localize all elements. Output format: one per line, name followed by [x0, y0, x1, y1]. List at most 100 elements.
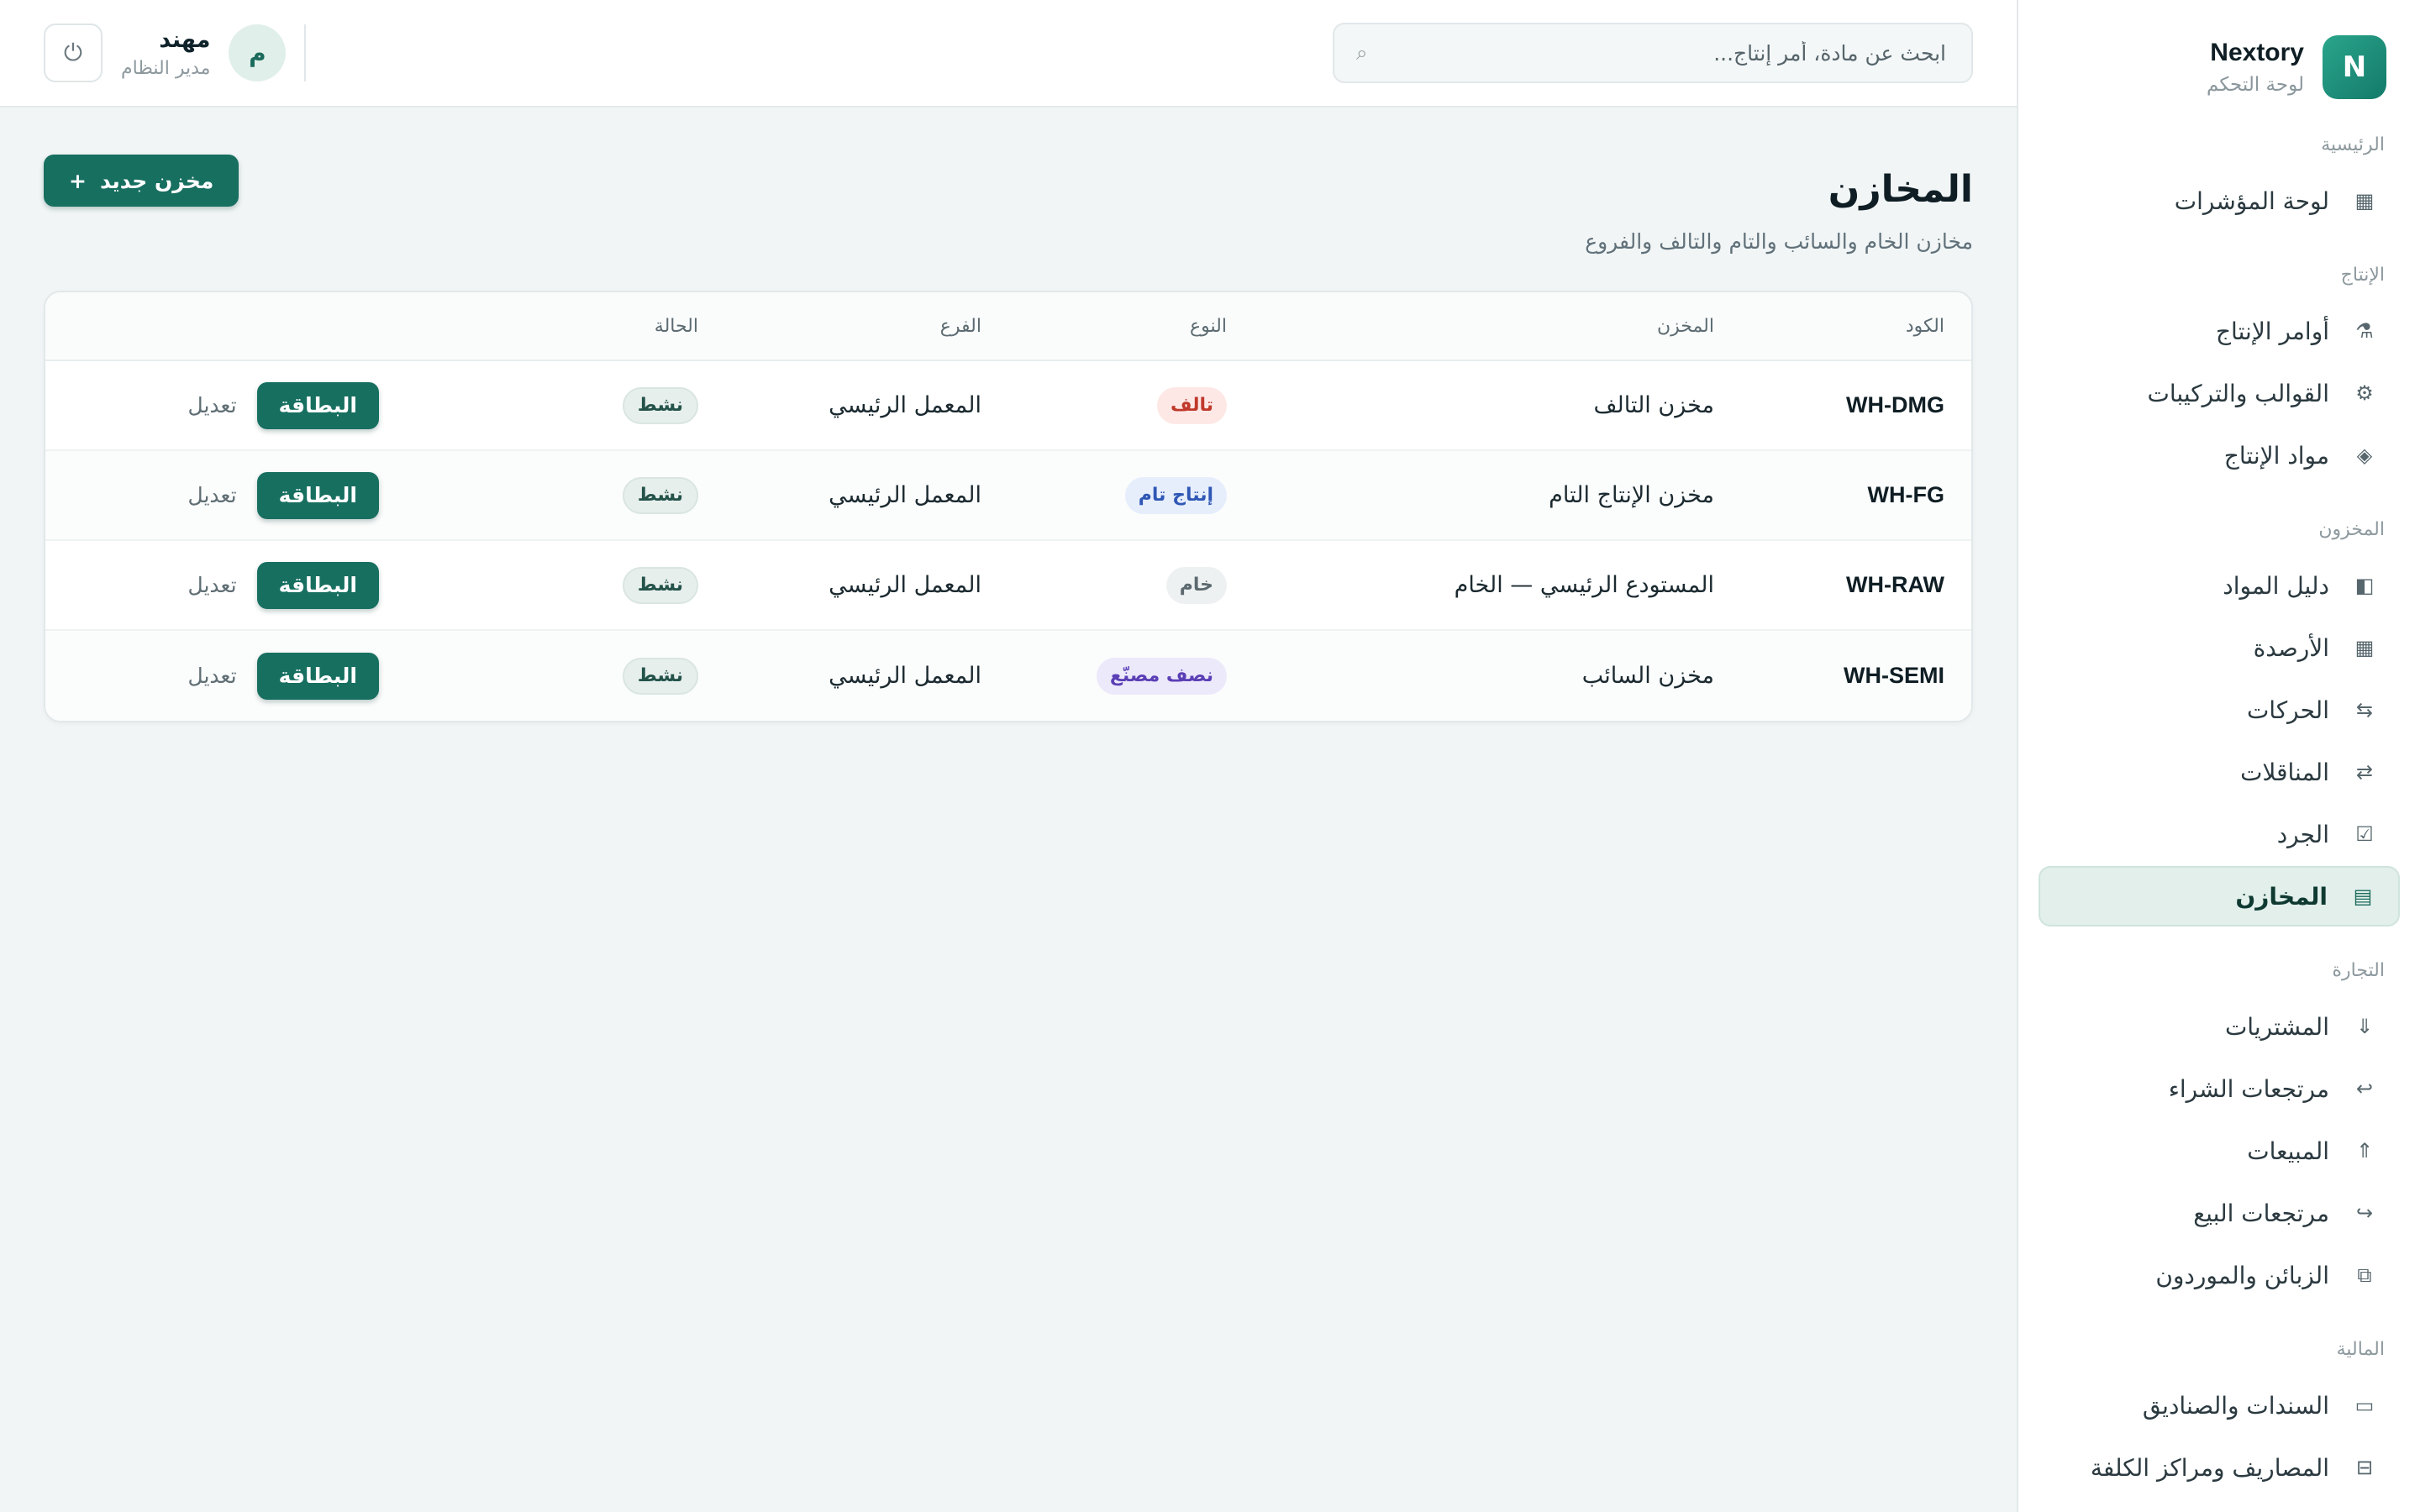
sidebar-item[interactable]: ⇆ الحركات [2039, 680, 2400, 740]
search-input[interactable] [1384, 40, 1946, 66]
sidebar-item-label: مرتجعات الشراء [2168, 1074, 2329, 1103]
warehouse-name: مخزن السائب [1581, 663, 1714, 689]
arrow-down-icon: ⇓ [2355, 1015, 2374, 1038]
new-warehouse-button-label: مخزن جديد [99, 168, 214, 193]
type-badge: خام [1165, 566, 1227, 604]
sidebar-item[interactable]: ⇑ المبيعات [2039, 1121, 2400, 1181]
sidebar-item-label: المبيعات [2247, 1137, 2329, 1165]
type-badge: تالف [1157, 386, 1227, 424]
table-row: WH-SEMI مخزن السائب نصف مصنّع المعمل الر… [45, 631, 1971, 721]
card-button[interactable]: البطاقة [256, 652, 379, 700]
edit-link[interactable]: تعديل [188, 664, 237, 688]
header-branch: الفرع [939, 315, 981, 337]
sidebar: N Nextory لوحة التحكم الرئيسية ▦ لوحة المؤ… [2017, 0, 2420, 1512]
sidebar-item[interactable]: ↩ مرتجعات الشراء [2039, 1058, 2400, 1119]
warehouse-code: WH-RAW [1846, 572, 1944, 597]
avatar[interactable]: م [229, 24, 287, 81]
sidebar-item[interactable]: ↪ مرتجعات البيع [2039, 1183, 2400, 1243]
sidebar-item[interactable]: ☑ الجرد [2039, 804, 2400, 864]
diamond-icon: ◈ [2356, 444, 2373, 467]
sidebar-item[interactable]: ◧ دليل المواد [2039, 555, 2400, 616]
arrow-up-icon: ⇑ [2355, 1139, 2374, 1163]
edit-link[interactable]: تعديل [188, 393, 237, 417]
type-badge: إنتاج تام [1124, 476, 1227, 514]
power-icon: ⏻ [63, 39, 83, 66]
status-badge: نشط [622, 657, 698, 695]
table-icon: ▦ [2354, 636, 2375, 659]
sidebar-item-label: لوحة المؤشرات [2174, 186, 2329, 215]
gear-icon: ⚙ [2355, 381, 2374, 405]
table-row: WH-FG مخزن الإنتاج التام إنتاج تام المعم… [45, 451, 1971, 541]
sidebar-item[interactable]: ▤ المخازن [2039, 866, 2400, 927]
brand-name: Nextory [2210, 39, 2304, 66]
edit-link[interactable]: تعديل [188, 483, 237, 507]
card-button[interactable]: البطاقة [256, 471, 379, 519]
warehouse-code: WH-SEMI [1844, 663, 1944, 688]
nav-section-title: الرئيسية [2321, 134, 2385, 155]
card-button[interactable]: البطاقة [256, 561, 379, 609]
sidebar-item[interactable]: ◈ مواد الإنتاج [2039, 425, 2400, 486]
sidebar-item-label: المشتريات [2224, 1012, 2329, 1041]
sidebar-nav: الرئيسية ▦ لوحة المؤشرات الإنتاج ⚗ أوامر الإن… [2039, 134, 2400, 1498]
sidebar-item[interactable]: ⚗ أوامر الإنتاج [2039, 301, 2400, 361]
sidebar-item-label: المناقلات [2240, 758, 2329, 786]
book-icon: ◧ [2354, 574, 2375, 597]
sidebar-item[interactable]: ⧉ الزبائن والموردون [2039, 1245, 2400, 1305]
header-code: الكود [1905, 315, 1944, 337]
sidebar-item-label: مواد الإنتاج [2223, 441, 2329, 470]
branch-name: المعمل الرئيسي [829, 482, 981, 508]
header-name: المخزن [1656, 315, 1714, 337]
warehouse-code: WH-FG [1867, 482, 1944, 507]
sidebar-item[interactable]: ▦ الأرصدة [2039, 617, 2400, 678]
warehouse-icon: ▤ [2353, 885, 2373, 908]
sidebar-item[interactable]: ▦ لوحة المؤشرات [2039, 171, 2400, 231]
logout-button[interactable]: ⏻ [44, 24, 103, 82]
sidebar-item-label: السندات والصناديق [2142, 1391, 2329, 1420]
sidebar-item[interactable]: ⊟ المصاريف ومراكز الكلفة [2039, 1437, 2400, 1498]
warehouse-name: مخزن التالف [1593, 392, 1714, 418]
grid-icon: ▦ [2354, 189, 2375, 213]
edit-link[interactable]: تعديل [188, 573, 237, 597]
nav-section: الإنتاج ⚗ أوامر الإنتاج ⚙ القوالب والتركيبات… [2039, 265, 2400, 486]
expenses-icon: ⊟ [2355, 1456, 2374, 1479]
cash-icon: ▭ [2354, 1394, 2375, 1417]
return-sale-icon: ↪ [2355, 1201, 2374, 1225]
branch-name: المعمل الرئيسي [829, 392, 981, 418]
brand-subtitle: لوحة التحكم [2207, 74, 2304, 96]
header-status: الحالة [654, 315, 698, 337]
topbar: ⌕ م مهند مدير النظام ⏻ [0, 0, 2017, 108]
card-button[interactable]: البطاقة [256, 381, 379, 429]
table-row: WH-RAW المستودع الرئيسي — الخام خام المع… [45, 541, 1971, 631]
type-badge: نصف مصنّع [1096, 657, 1227, 695]
sidebar-item[interactable]: ⇄ المناقلات [2039, 742, 2400, 802]
page-subtitle: مخازن الخام والسائب والتام والتالف والفر… [1585, 229, 1973, 254]
sidebar-item-label: المصاريف ومراكز الكلفة [2090, 1453, 2329, 1482]
warehouse-name: مخزن الإنتاج التام [1549, 482, 1714, 508]
new-warehouse-button[interactable]: مخزن جديد + [44, 155, 239, 207]
flask-icon: ⚗ [2355, 319, 2374, 343]
page-title: المخازن [1828, 168, 1973, 211]
sidebar-item-label: القوالب والتركيبات [2147, 379, 2330, 407]
nav-section-title: الإنتاج [2340, 265, 2385, 286]
sidebar-item[interactable]: ▭ السندات والصناديق [2039, 1375, 2400, 1436]
plus-icon: + [69, 168, 87, 193]
header-type: النوع [1190, 315, 1227, 337]
movements-icon: ⇆ [2355, 698, 2374, 722]
nav-section-title: التجارة [2332, 960, 2385, 981]
sidebar-item-label: دليل المواد [2223, 571, 2329, 600]
brand[interactable]: N Nextory لوحة التحكم [2039, 34, 2400, 101]
brand-logo: N [2323, 35, 2386, 99]
warehouse-name: المستودع الرئيسي — الخام [1454, 572, 1714, 598]
sidebar-item-label: أوامر الإنتاج [2215, 317, 2329, 345]
sidebar-item[interactable]: ⇓ المشتريات [2039, 996, 2400, 1057]
search-box[interactable]: ⌕ [1333, 23, 1973, 83]
table-row: WH-DMG مخزن التالف تالف المعمل الرئيسي ن… [45, 361, 1971, 451]
search-icon: ⌕ [1356, 41, 1368, 65]
nav-section: الرئيسية ▦ لوحة المؤشرات [2039, 134, 2400, 231]
sidebar-item[interactable]: ⚙ القوالب والتركيبات [2039, 363, 2400, 423]
checkbox-icon: ☑ [2355, 822, 2374, 846]
warehouse-code: WH-DMG [1846, 392, 1944, 417]
table-body: WH-DMG مخزن التالف تالف المعمل الرئيسي ن… [45, 361, 1971, 721]
branch-name: المعمل الرئيسي [829, 663, 981, 689]
user-name: مهند [159, 27, 211, 53]
